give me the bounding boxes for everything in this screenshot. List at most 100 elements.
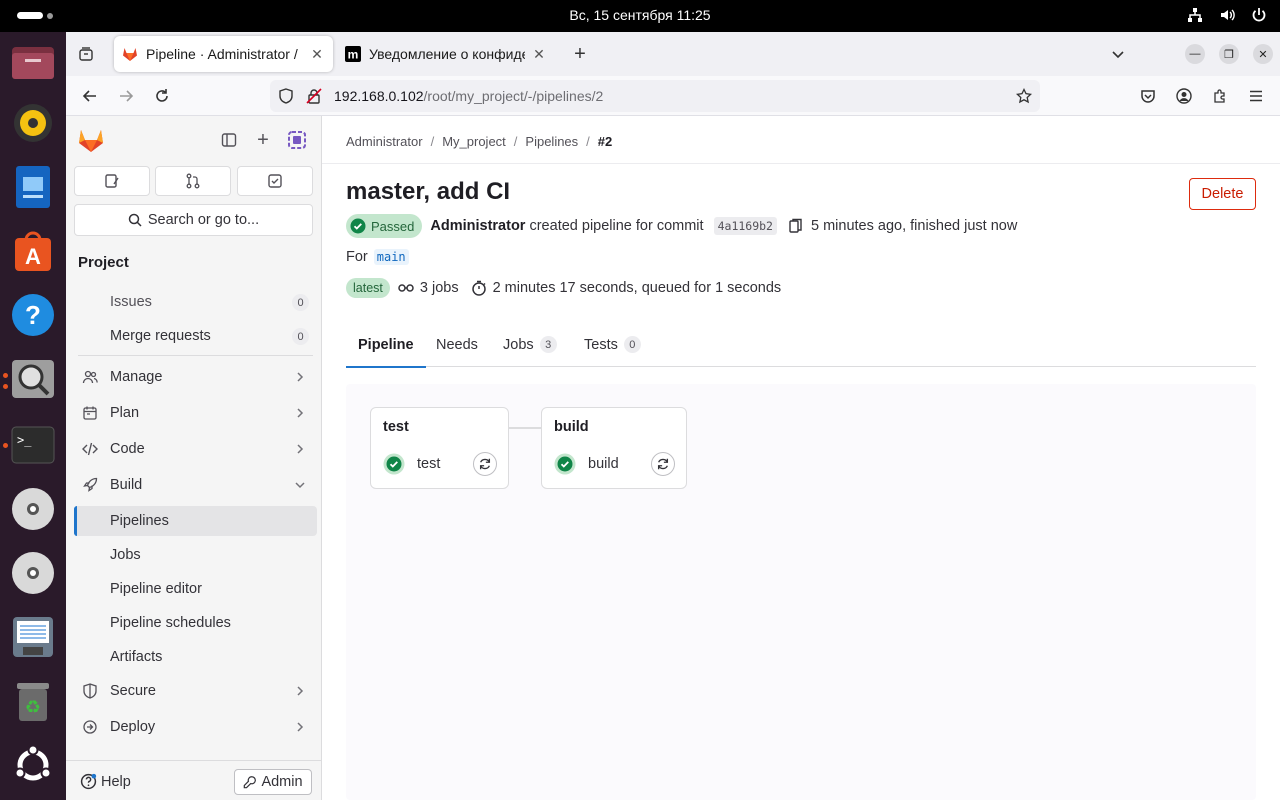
sidebar-item-label: Pipeline schedules	[110, 615, 231, 631]
account-button[interactable]	[1172, 84, 1196, 108]
todo-list-button[interactable]	[237, 166, 313, 196]
commit-sha[interactable]: 4a1169b2	[713, 217, 777, 235]
files-icon[interactable]	[10, 38, 56, 84]
close-icon: ✕	[1258, 48, 1268, 61]
shield-icon[interactable]	[278, 88, 294, 104]
page-title: master, add CI	[346, 178, 511, 205]
tab-pipeline[interactable]: Pipeline	[346, 322, 426, 368]
chevron-right-icon	[297, 372, 304, 382]
reload-button[interactable]	[150, 84, 174, 108]
tab-overview-button[interactable]	[74, 42, 98, 66]
close-tab-icon[interactable]: ✕	[309, 46, 325, 63]
retry-job-button[interactable]	[651, 452, 675, 476]
minimize-window-button[interactable]: —	[1185, 44, 1205, 64]
sidebar-item-code[interactable]: Code	[74, 434, 317, 464]
sidebar-item-artifacts[interactable]: Artifacts	[74, 642, 317, 672]
trash-icon[interactable]: ♻	[10, 678, 56, 724]
duo-button[interactable]	[285, 128, 309, 152]
gitlab-logo-icon[interactable]	[78, 128, 104, 154]
admin-area-button[interactable]: Admin	[234, 769, 312, 795]
disc-icon[interactable]	[10, 486, 56, 532]
sidebar-item-pipeline-editor[interactable]: Pipeline editor	[74, 574, 317, 604]
sidebar-item-manage[interactable]: Manage	[74, 362, 317, 392]
breadcrumb-item-project[interactable]: My_project	[442, 134, 506, 149]
forward-button[interactable]	[114, 84, 138, 108]
writer-icon[interactable]	[10, 164, 56, 210]
close-tab-icon[interactable]: ✕	[531, 46, 547, 63]
status-badge[interactable]: Passed	[346, 214, 423, 238]
sidebar-item-pipeline-schedules[interactable]: Pipeline schedules	[74, 608, 317, 638]
terminal-icon[interactable]: >_	[10, 422, 56, 468]
tab-label: Needs	[436, 336, 478, 353]
browser-tab-privacy[interactable]: m Уведомление о конфиде ✕	[337, 36, 555, 72]
breadcrumb-item-administrator[interactable]: Administrator	[346, 134, 423, 149]
url-bar[interactable]: 192.168.0.102/root/my_project/-/pipeline…	[270, 80, 1040, 112]
retry-job-button[interactable]	[473, 452, 497, 476]
browser-nav-bar: 192.168.0.102/root/my_project/-/pipeline…	[66, 76, 1280, 116]
tab-tests[interactable]: Tests 0	[584, 322, 641, 367]
author-link[interactable]: Administrator	[430, 218, 525, 234]
sidebar-item-jobs[interactable]: Jobs	[74, 540, 317, 570]
tab-jobs[interactable]: Jobs 3	[503, 322, 557, 367]
insecure-lock-icon[interactable]	[306, 88, 322, 104]
tanuki-ai-icon	[288, 131, 306, 149]
sidebar-item-label: Secure	[110, 683, 156, 699]
admin-label: Admin	[261, 774, 303, 790]
job-item-test[interactable]: test	[383, 453, 440, 475]
browser-tab-pipeline[interactable]: Pipeline · Administrator / ✕	[114, 36, 333, 72]
gitlab-sidebar: + Search or go to... Project Issues 0 Me…	[66, 116, 322, 800]
magnifier-icon[interactable]	[10, 356, 56, 402]
rhythmbox-icon[interactable]	[10, 100, 56, 146]
copy-icon[interactable]	[787, 218, 803, 234]
merge-requests-button[interactable]	[155, 166, 231, 196]
sidebar-item-build[interactable]: Build	[74, 470, 317, 500]
help-button[interactable]: Help	[80, 773, 131, 790]
help-icon[interactable]: ?	[10, 292, 56, 338]
sidebar-item-secure[interactable]: Secure	[74, 676, 317, 706]
sidebar-item-plan[interactable]: Plan	[74, 398, 317, 428]
create-new-button[interactable]: +	[251, 128, 275, 152]
toggle-sidebar-button[interactable]	[217, 128, 241, 152]
running-indicator	[3, 373, 8, 378]
extensions-button[interactable]	[1208, 84, 1232, 108]
delete-pipeline-button[interactable]: Delete	[1189, 178, 1256, 210]
assigned-issues-button[interactable]	[74, 166, 150, 196]
sidebar-item-pipelines[interactable]: Pipelines	[74, 506, 317, 536]
list-all-tabs-button[interactable]	[1106, 42, 1130, 66]
new-tab-button[interactable]: +	[568, 42, 592, 66]
star-icon[interactable]	[1016, 88, 1032, 104]
maximize-window-button[interactable]: ❐	[1219, 44, 1239, 64]
url-host: 192.168.0.102	[334, 88, 424, 104]
breadcrumb-separator: /	[513, 134, 518, 149]
network-icon	[1186, 6, 1204, 24]
sidebar-item-label: Jobs	[110, 547, 141, 563]
text-editor-icon[interactable]	[10, 614, 56, 660]
url-text[interactable]: 192.168.0.102/root/my_project/-/pipeline…	[334, 88, 603, 104]
breadcrumb-item-current[interactable]: #2	[598, 134, 612, 149]
pocket-button[interactable]	[1136, 84, 1160, 108]
pipeline-tabs: Pipeline Needs Jobs 3 Tests 0	[346, 322, 1256, 368]
breadcrumb-item-pipelines[interactable]: Pipelines	[525, 134, 578, 149]
sidebar-item-label: Artifacts	[110, 649, 163, 665]
back-button[interactable]	[78, 84, 102, 108]
ubuntu-icon[interactable]	[10, 742, 56, 788]
app-menu-button[interactable]	[1244, 84, 1268, 108]
sidebar-item-merge-requests[interactable]: Merge requests 0	[74, 321, 317, 351]
pipeline-meta-row: latest 3 jobs 2 minutes 17 seconds, queu…	[346, 277, 781, 299]
search-button[interactable]: Search or go to...	[74, 204, 313, 236]
help-label: Help	[101, 773, 131, 790]
tab-needs[interactable]: Needs	[436, 322, 478, 367]
disc-icon-2[interactable]	[10, 550, 56, 596]
tab-label: Pipeline	[358, 336, 414, 353]
mozilla-favicon-icon: m	[345, 46, 361, 62]
sidebar-item-deploy[interactable]: Deploy	[74, 712, 317, 742]
sidebar-item-issues[interactable]: Issues 0	[74, 287, 317, 317]
retry-icon	[657, 458, 669, 470]
job-item-build[interactable]: build	[554, 453, 619, 475]
system-tray[interactable]	[1186, 6, 1268, 24]
app-center-icon[interactable]: A	[10, 228, 56, 274]
stage-connector	[509, 427, 541, 429]
branch-ref-link[interactable]: main	[373, 249, 409, 265]
close-window-button[interactable]: ✕	[1253, 44, 1273, 64]
system-clock[interactable]: Вс, 15 сентября 11:25	[0, 7, 1280, 23]
